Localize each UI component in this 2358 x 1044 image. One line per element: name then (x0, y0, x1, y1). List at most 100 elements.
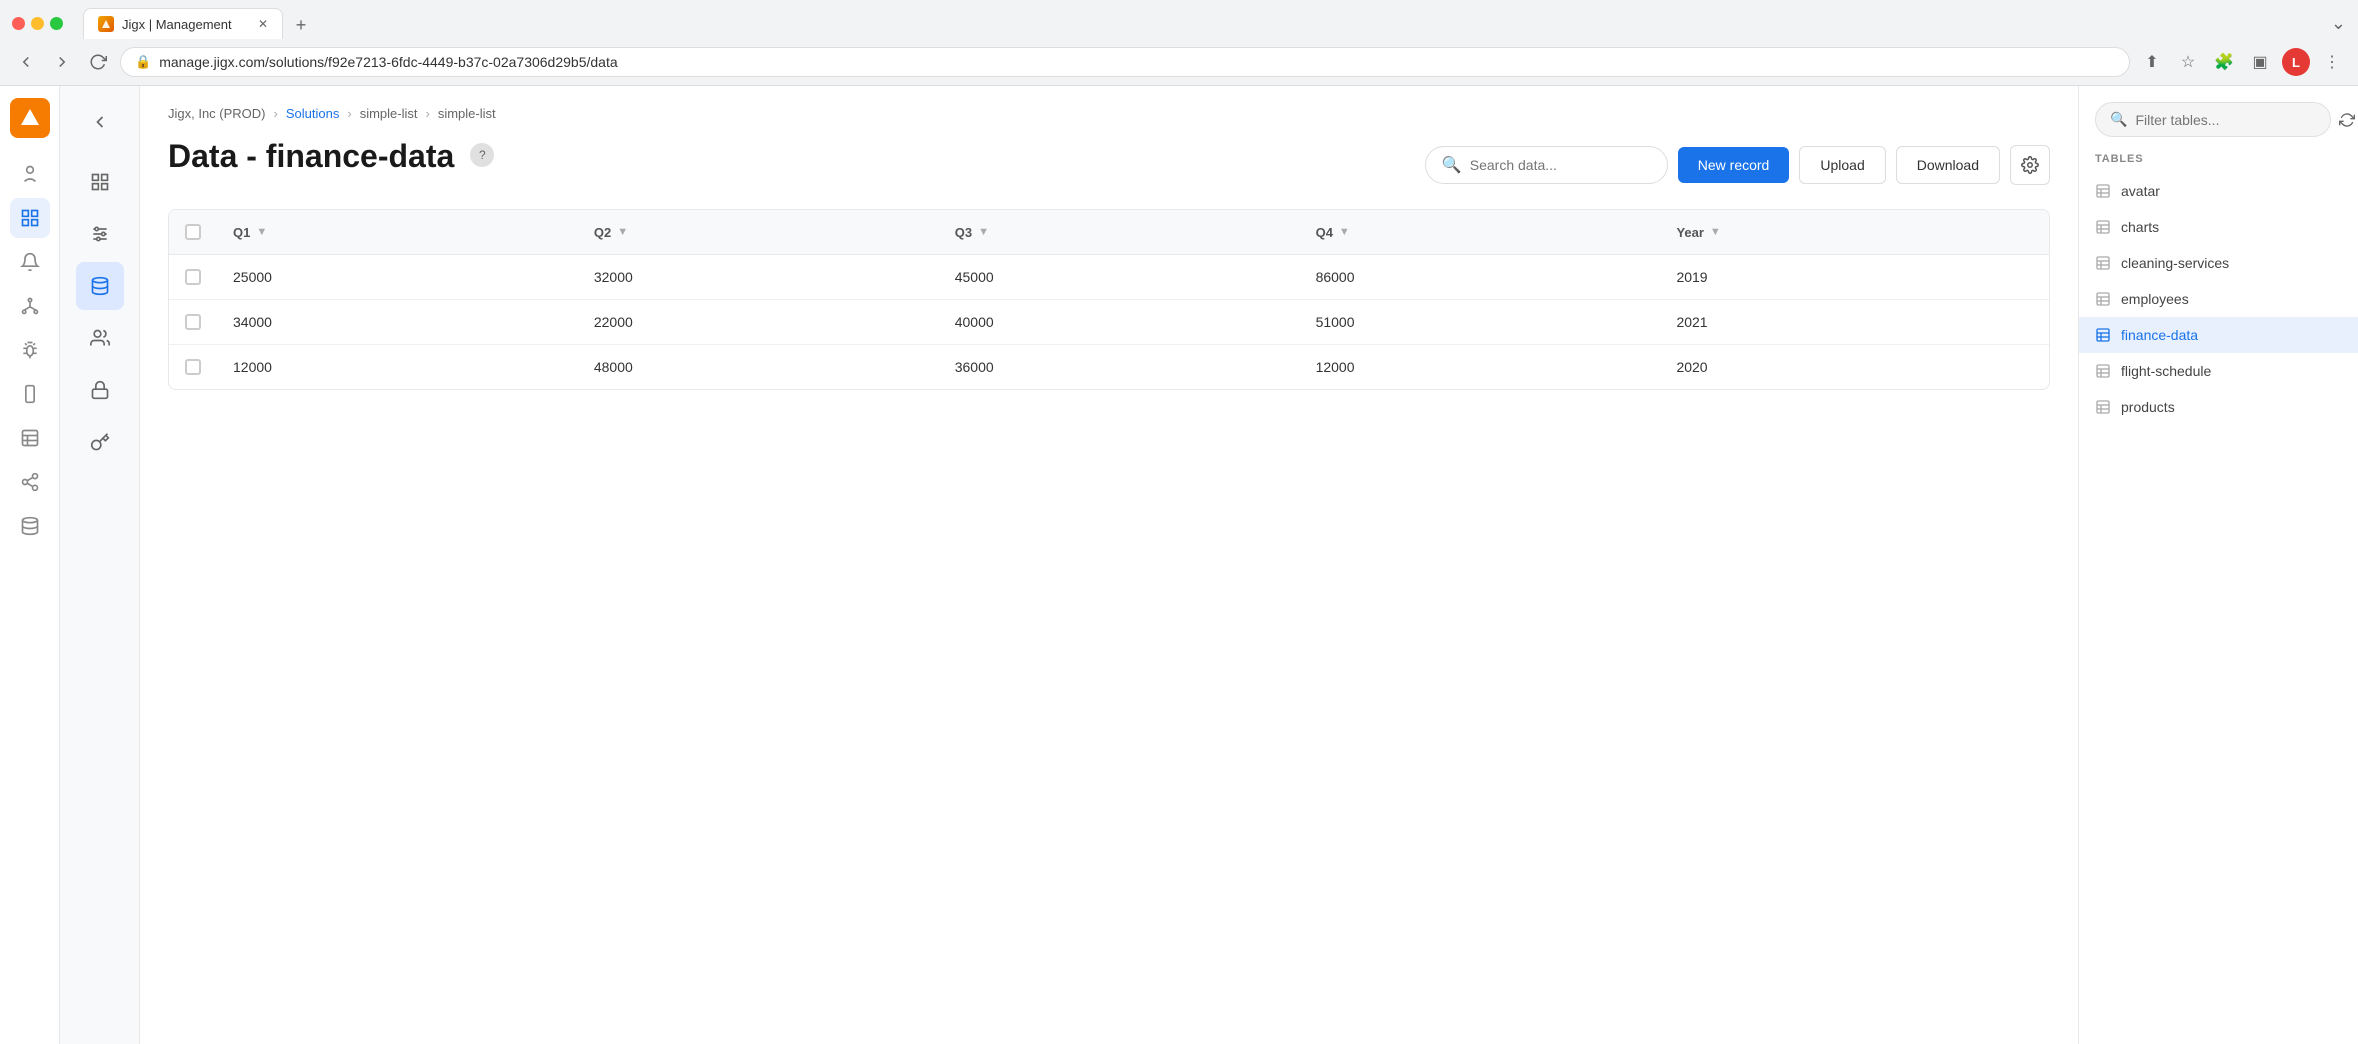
table-header-q4[interactable]: Q4 ▼ (1300, 210, 1661, 255)
row-q2-2[interactable]: 48000 (578, 345, 939, 390)
sidebar-icon-database[interactable] (10, 506, 50, 546)
filter-tables-input[interactable] (2135, 112, 2316, 128)
extensions-icon[interactable]: 🧩 (2210, 48, 2238, 76)
secondary-icon-lock[interactable] (76, 366, 124, 414)
row-select-0[interactable] (185, 269, 201, 285)
table-item-name: products (2121, 399, 2175, 415)
breadcrumb-sep-2: › (347, 106, 351, 121)
breadcrumb-org: Jigx, Inc (PROD) (168, 106, 266, 121)
table-item-name: avatar (2121, 183, 2160, 199)
sidebar-icon-data[interactable] (10, 198, 50, 238)
tables-section-label: TABLES (2079, 145, 2358, 169)
secondary-icon-grid[interactable] (76, 158, 124, 206)
more-menu-icon[interactable]: ⋮ (2318, 48, 2346, 76)
reload-nav-button[interactable] (84, 48, 112, 76)
row-q4-0[interactable]: 86000 (1300, 255, 1661, 300)
new-tab-button[interactable]: + (287, 11, 315, 39)
sidebar-table-item-products[interactable]: products (2079, 389, 2358, 425)
traffic-light-minimize[interactable] (31, 17, 44, 30)
tables-list: avatar charts cleaning-ser (2079, 169, 2358, 1044)
tab-close-btn[interactable]: ✕ (258, 17, 268, 31)
browser-tab-bar: Jigx | Management ✕ + (83, 8, 2323, 39)
filter-input-wrap[interactable]: 🔍 (2095, 102, 2331, 137)
table-header-year[interactable]: Year ▼ (1660, 210, 2049, 255)
traffic-lights (12, 17, 63, 30)
settings-button[interactable] (2010, 145, 2050, 185)
secondary-sidebar (60, 86, 140, 1044)
row-q2-0[interactable]: 32000 (578, 255, 939, 300)
sidebar-icon-phone[interactable] (10, 374, 50, 414)
table-header-q2[interactable]: Q2 ▼ (578, 210, 939, 255)
row-q3-0[interactable]: 45000 (939, 255, 1300, 300)
search-box[interactable]: 🔍 (1425, 146, 1668, 184)
forward-nav-button[interactable] (48, 48, 76, 76)
content-area: Jigx, Inc (PROD) › Solutions › simple-li… (140, 86, 2078, 1044)
browser-tab-active[interactable]: Jigx | Management ✕ (83, 8, 283, 39)
row-select-1[interactable] (185, 314, 201, 330)
table-header-q3[interactable]: Q3 ▼ (939, 210, 1300, 255)
sidebar-icon-tree[interactable] (10, 286, 50, 326)
table-list-icon (2095, 219, 2111, 235)
sidebar-icon-share[interactable] (10, 462, 50, 502)
row-q3-1[interactable]: 40000 (939, 300, 1300, 345)
table-list-icon (2095, 291, 2111, 307)
sidebar-icon-brand[interactable] (10, 98, 50, 138)
traffic-light-close[interactable] (12, 17, 25, 30)
secondary-icon-key[interactable] (76, 418, 124, 466)
split-view-icon[interactable]: ▣ (2246, 48, 2274, 76)
secondary-back-button[interactable] (76, 98, 124, 146)
row-checkbox-2 (169, 345, 217, 390)
row-q2-1[interactable]: 22000 (578, 300, 939, 345)
sidebar-table-item-employees[interactable]: employees (2079, 281, 2358, 317)
sidebar-table-item-finance-data[interactable]: finance-data (2079, 317, 2358, 353)
row-year-1[interactable]: 2021 (1660, 300, 2049, 345)
sidebar-icon-table[interactable] (10, 418, 50, 458)
browser-titlebar: Jigx | Management ✕ + ⌄ (0, 0, 2358, 39)
table-header-checkbox (169, 210, 217, 255)
sidebar-icon-bell[interactable] (10, 242, 50, 282)
share-toolbar-icon[interactable]: ⬆ (2138, 48, 2166, 76)
row-year-2[interactable]: 2020 (1660, 345, 2049, 390)
row-q1-0[interactable]: 25000 (217, 255, 578, 300)
sidebar-table-item-flight-schedule[interactable]: flight-schedule (2079, 353, 2358, 389)
year-sort-icon: ▼ (1710, 226, 1721, 238)
refresh-tables-button[interactable] (2339, 106, 2355, 134)
table-header-q1[interactable]: Q1 ▼ (217, 210, 578, 255)
bookmark-icon[interactable]: ☆ (2174, 48, 2202, 76)
secondary-icon-data-active[interactable] (76, 262, 124, 310)
row-q4-2[interactable]: 12000 (1300, 345, 1661, 390)
sidebar-icon-users[interactable] (10, 154, 50, 194)
url-text: manage.jigx.com/solutions/f92e7213-6fdc-… (159, 54, 617, 70)
table-item-name: flight-schedule (2121, 363, 2211, 379)
back-nav-button[interactable] (12, 48, 40, 76)
secondary-icon-controls[interactable] (76, 210, 124, 258)
breadcrumb-solution: simple-list (360, 106, 418, 121)
new-record-button[interactable]: New record (1678, 147, 1790, 183)
download-button[interactable]: Download (1896, 146, 2000, 184)
help-button[interactable]: ? (470, 143, 494, 167)
browser-chrome: Jigx | Management ✕ + ⌄ 🔒 manage.jigx.co… (0, 0, 2358, 86)
upload-button[interactable]: Upload (1799, 146, 1885, 184)
search-input[interactable] (1470, 157, 1651, 173)
traffic-light-maximize[interactable] (50, 17, 63, 30)
filter-search-icon: 🔍 (2110, 111, 2127, 128)
row-q3-2[interactable]: 36000 (939, 345, 1300, 390)
select-all-checkbox[interactable] (185, 224, 201, 240)
sidebar-table-item-avatar[interactable]: avatar (2079, 173, 2358, 209)
row-year-0[interactable]: 2019 (1660, 255, 2049, 300)
address-bar[interactable]: 🔒 manage.jigx.com/solutions/f92e7213-6fd… (120, 47, 2130, 77)
table-list-icon (2095, 399, 2111, 415)
sidebar-table-item-cleaning-services[interactable]: cleaning-services (2079, 245, 2358, 281)
q4-sort-icon: ▼ (1339, 226, 1350, 238)
breadcrumb-solutions[interactable]: Solutions (286, 106, 339, 121)
app-container: Jigx, Inc (PROD) › Solutions › simple-li… (0, 86, 2358, 1044)
secondary-icon-users[interactable] (76, 314, 124, 362)
row-q4-1[interactable]: 51000 (1300, 300, 1661, 345)
user-avatar[interactable]: L (2282, 48, 2310, 76)
sidebar-table-item-charts[interactable]: charts (2079, 209, 2358, 245)
sidebar-icon-bug[interactable] (10, 330, 50, 370)
row-q1-1[interactable]: 34000 (217, 300, 578, 345)
table-item-name: cleaning-services (2121, 255, 2229, 271)
row-q1-2[interactable]: 12000 (217, 345, 578, 390)
row-select-2[interactable] (185, 359, 201, 375)
